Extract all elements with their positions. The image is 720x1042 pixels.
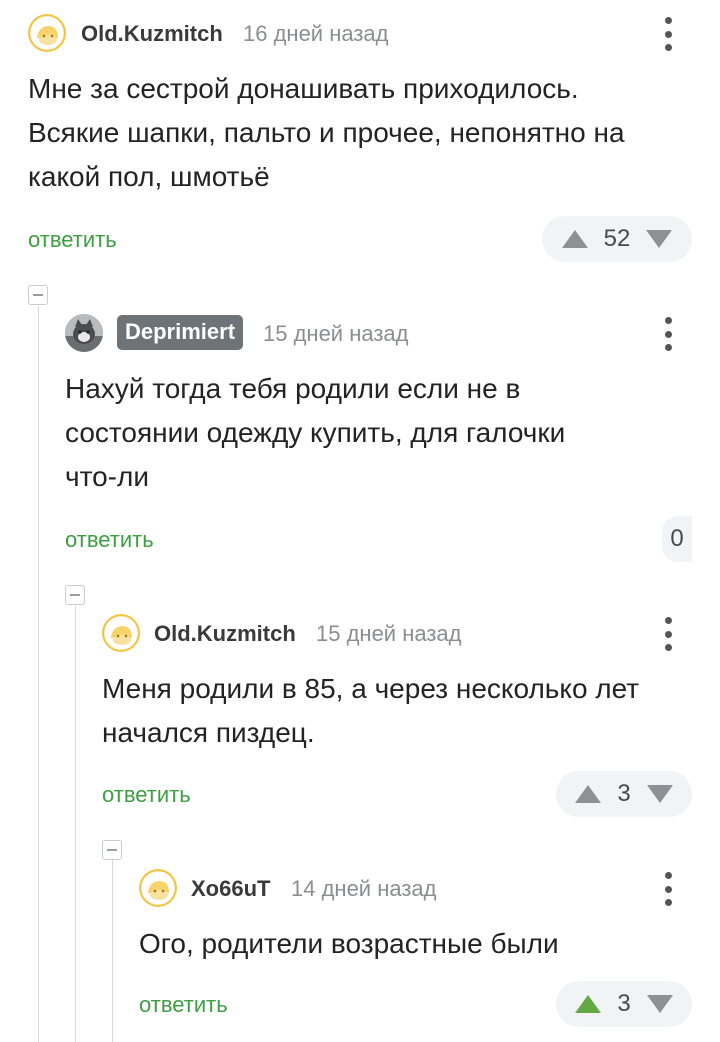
comment-text-line: Ого, родители возрастные были bbox=[139, 928, 559, 959]
rating-value: 52 bbox=[603, 225, 631, 252]
collapse-thread-button[interactable] bbox=[65, 585, 85, 605]
more-menu-icon[interactable] bbox=[665, 872, 673, 906]
thread-line-level-1 bbox=[38, 306, 39, 1042]
avatar[interactable] bbox=[28, 14, 66, 52]
comment-text-line: какой пол, шмотьё bbox=[28, 161, 270, 192]
smiley-avatar-icon bbox=[102, 614, 140, 652]
rating-widget: 3 bbox=[556, 771, 692, 817]
more-menu-icon[interactable] bbox=[665, 17, 673, 51]
upvote-icon[interactable] bbox=[561, 230, 588, 248]
rating-widget: 52 bbox=[542, 216, 692, 262]
comment-author[interactable]: Old.Kuzmitch bbox=[154, 621, 296, 647]
downvote-icon[interactable] bbox=[646, 230, 673, 248]
comment-author[interactable]: Deprimiert bbox=[117, 315, 244, 350]
thread-line-level-3 bbox=[112, 860, 113, 1042]
comment-time: 14 дней назад bbox=[291, 876, 437, 901]
comment-time: 15 дней назад bbox=[263, 321, 409, 346]
downvote-icon[interactable] bbox=[646, 995, 673, 1013]
comment-time: 15 дней назад bbox=[316, 621, 462, 646]
rating-widget: 3 bbox=[556, 981, 692, 1027]
more-menu-icon[interactable] bbox=[665, 317, 673, 351]
comment-text-line: начался пиздец. bbox=[102, 717, 315, 748]
reply-link[interactable]: ответить bbox=[139, 992, 228, 1018]
comment-text-line: Всякие шапки, пальто и прочее, непонятно… bbox=[28, 117, 625, 148]
comment-author[interactable]: Old.Kuzmitch bbox=[81, 21, 223, 47]
more-menu-icon[interactable] bbox=[665, 617, 673, 651]
comment-time: 16 дней назад bbox=[243, 21, 389, 46]
avatar[interactable] bbox=[139, 869, 177, 907]
reply-link[interactable]: ответить bbox=[102, 782, 191, 808]
comment-text: Мне за сестрой донашивать приходилось. В… bbox=[28, 67, 698, 199]
rating-value: 3 bbox=[617, 780, 631, 807]
comment-text-line: состоянии одежду купить, для галочки bbox=[65, 417, 566, 448]
smiley-avatar-icon bbox=[28, 14, 66, 52]
avatar[interactable] bbox=[102, 614, 140, 652]
comment-text: Нахуй тогда тебя родили если не в состоя… bbox=[65, 367, 695, 499]
reply-link[interactable]: ответить bbox=[28, 227, 117, 253]
comment-text: Ого, родители возрастные были bbox=[139, 922, 699, 966]
rating-widget: 0 bbox=[662, 516, 692, 562]
cat-photo-avatar-icon bbox=[65, 314, 103, 352]
smiley-avatar-icon bbox=[139, 869, 177, 907]
upvote-icon[interactable] bbox=[575, 995, 602, 1013]
reply-link[interactable]: ответить bbox=[65, 527, 154, 553]
comment-text: Меня родили в 85, а через несколько лет … bbox=[102, 667, 702, 755]
rating-value: 0 bbox=[670, 525, 684, 552]
comment-text-line: Нахуй тогда тебя родили если не в bbox=[65, 373, 521, 404]
downvote-icon[interactable] bbox=[646, 785, 673, 803]
comment-text-line: Меня родили в 85, а через несколько лет bbox=[102, 673, 640, 704]
avatar[interactable] bbox=[65, 314, 103, 352]
comment-text-line: что-ли bbox=[65, 461, 149, 492]
comment-text-line: Мне за сестрой донашивать приходилось. bbox=[28, 73, 579, 104]
collapse-thread-button[interactable] bbox=[102, 840, 122, 860]
rating-value: 3 bbox=[617, 990, 631, 1017]
thread-line-level-2 bbox=[75, 606, 76, 1042]
collapse-thread-button[interactable] bbox=[28, 285, 48, 305]
upvote-icon[interactable] bbox=[575, 785, 602, 803]
comment-author[interactable]: Xo66uT bbox=[191, 876, 270, 902]
